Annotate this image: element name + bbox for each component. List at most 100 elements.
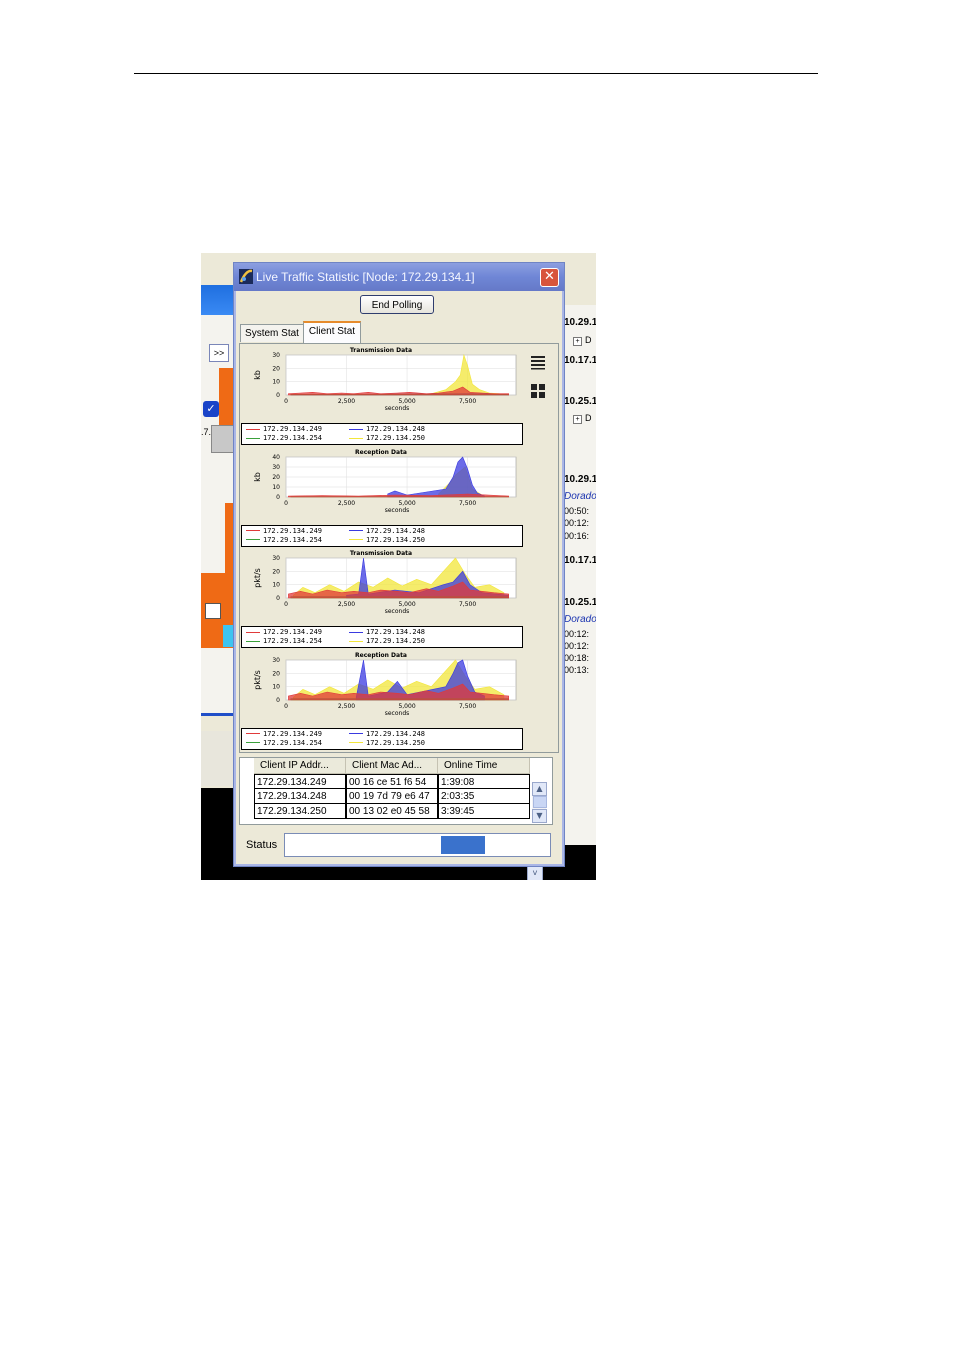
chart-svg: Transmission Data 0 10 20 30 0 2,500 5,000 7,500…: [253, 347, 517, 412]
grid-view-icon[interactable]: [531, 384, 545, 398]
tree-item-label: 00:12:: [564, 641, 590, 651]
tree-item-label: Dorado: [564, 614, 596, 625]
y-tick-label: 0: [276, 494, 280, 501]
y-tick-label: 10: [272, 582, 280, 589]
tree-item-label: 10.25.1: [564, 396, 596, 407]
background-right-tree: 10.29.1 + D 10.17.1 10.25.1 + D 10.29.1 Dorado 00…: [563, 253, 596, 880]
live-traffic-window: Live Traffic Statistic [Node: 172.29.134…: [233, 262, 565, 867]
status-label: Status: [246, 839, 278, 851]
app-logo-icon: [239, 269, 253, 284]
column-header-client-ip[interactable]: Client IP Addr...: [254, 758, 346, 774]
y-tick-label: 30: [272, 352, 280, 359]
x-axis-label: seconds: [385, 608, 410, 615]
expand-icon[interactable]: +: [573, 337, 582, 346]
y-tick-label: 0: [276, 595, 280, 602]
end-polling-button[interactable]: End Polling: [360, 295, 434, 314]
table-cell[interactable]: 172.29.134.249: [254, 774, 346, 789]
x-tick-label: 7,500: [459, 500, 476, 507]
legend-swatch: [349, 631, 363, 633]
tree-item: 00:18:: [564, 653, 589, 663]
client-table: Client IP Addr... Client Mac Ad... Onlin…: [239, 757, 553, 825]
y-tick-label: 20: [272, 670, 280, 677]
traffic-chart-2: Transmission Data 0 10 20 30 0 2,500 5,000 7,500…: [240, 548, 525, 649]
y-tick-label: 10: [272, 379, 280, 386]
legend-swatch: [246, 437, 260, 439]
y-tick-label: 0: [276, 392, 280, 399]
tree-item-label: Dorado: [564, 491, 596, 502]
x-tick-label: 0: [284, 703, 288, 710]
table-cell[interactable]: 00 16 ce 51 f6 54: [346, 774, 438, 789]
legend-label: 172.29.134.254: [263, 535, 323, 544]
legend-swatch: [246, 428, 260, 430]
nav-forward-button[interactable]: >>: [209, 344, 229, 362]
chart-title: Transmission Data: [350, 550, 412, 557]
tree-item-label: 10.29.1: [564, 474, 596, 485]
expand-icon[interactable]: +: [573, 415, 582, 424]
shield-check-icon: ✓: [203, 401, 219, 417]
legend-label: 172.29.134.248: [366, 425, 426, 433]
chevron-up-icon[interactable]: ▲: [532, 782, 547, 796]
y-axis-label: kb: [253, 472, 262, 482]
legend-item: 172.29.134.254: [246, 434, 322, 442]
legend-swatch: [246, 733, 260, 734]
chart-svg: Reception Data 0 10 20 30 0 2,500 5,000 7,500 sec…: [253, 652, 517, 717]
table-cell[interactable]: 00 19 7d 79 e6 47: [346, 789, 438, 804]
y-tick-label: 40: [272, 454, 280, 461]
tab-system-stat[interactable]: System Stat: [240, 324, 304, 342]
chart-svg: Transmission Data 0 10 20 30 0 2,500 5,000 7,500…: [253, 550, 517, 615]
column-header-client-mac[interactable]: Client Mac Ad...: [346, 758, 438, 774]
table-cell[interactable]: 172.29.134.248: [254, 789, 346, 804]
legend-item: 172.29.134.249: [246, 730, 322, 738]
window-title: Live Traffic Statistic [Node: 172.29.134…: [256, 270, 475, 284]
legend-swatch: [246, 539, 260, 540]
legend-item: 172.29.134.250: [349, 536, 425, 544]
table-cell[interactable]: 3:39:45: [438, 804, 530, 819]
legend-label: 172.29.134.250: [366, 637, 426, 645]
x-axis-label: seconds: [385, 405, 410, 412]
tree-item-label: 10.29.1: [564, 317, 596, 328]
background-blue-header: [201, 285, 235, 315]
tree-item: 00:16:: [564, 531, 589, 541]
background-divider-line: [201, 713, 235, 716]
x-axis-label: seconds: [385, 710, 410, 717]
status-progress-bar: [284, 833, 551, 857]
chart-legend: 172.29.134.249 172.29.134.248 172.29.134.2…: [241, 727, 523, 750]
legend-swatch: [246, 742, 260, 743]
legend-item: 172.29.134.249: [246, 628, 322, 636]
chevron-down-icon[interactable]: ▼: [532, 809, 547, 823]
background-bottom-scroll-button[interactable]: v: [527, 865, 543, 880]
y-tick-label: 20: [272, 365, 280, 372]
table-cell[interactable]: 2:03:35: [438, 789, 530, 804]
window-title-bar[interactable]: Live Traffic Statistic [Node: 172.29.134…: [234, 263, 564, 291]
legend-label: 172.29.134.249: [263, 526, 323, 535]
page-header-rule: [134, 73, 818, 74]
tree-item: Dorado: [564, 491, 596, 502]
tree-item: 00:13:: [564, 665, 589, 675]
x-tick-label: 0: [284, 398, 288, 405]
y-tick-label: 20: [272, 568, 280, 575]
table-cell[interactable]: 1:39:08: [438, 774, 530, 789]
tree-item: Dorado: [564, 614, 596, 625]
legend-swatch: [349, 428, 363, 430]
tree-item: 00:50:: [564, 506, 589, 516]
legend-item: 172.29.134.250: [349, 637, 425, 645]
table-cell[interactable]: 00 13 02 e0 45 58: [346, 804, 438, 819]
legend-label: 172.29.134.250: [366, 738, 426, 747]
x-tick-label: 2,500: [338, 703, 355, 710]
x-tick-label: 7,500: [459, 703, 476, 710]
tree-item-label: 00:18:: [564, 653, 590, 663]
tree-item-label: 00:13:: [564, 665, 590, 675]
tab-client-stat[interactable]: Client Stat: [303, 321, 361, 343]
scroll-thumb[interactable]: [533, 796, 547, 808]
table-cell[interactable]: 172.29.134.250: [254, 804, 346, 819]
legend-item: 172.29.134.248: [349, 425, 425, 433]
list-view-icon[interactable]: [530, 354, 546, 370]
y-tick-label: 30: [272, 555, 280, 562]
x-tick-label: 5,000: [398, 500, 415, 507]
y-tick-label: 10: [272, 683, 280, 690]
column-header-online-time[interactable]: Online Time: [438, 758, 530, 774]
close-icon[interactable]: ✕: [540, 268, 559, 287]
tree-item: 10.17.1: [564, 355, 596, 366]
tree-item-label: 00:50:: [564, 506, 590, 516]
plot-area: [285, 354, 517, 396]
